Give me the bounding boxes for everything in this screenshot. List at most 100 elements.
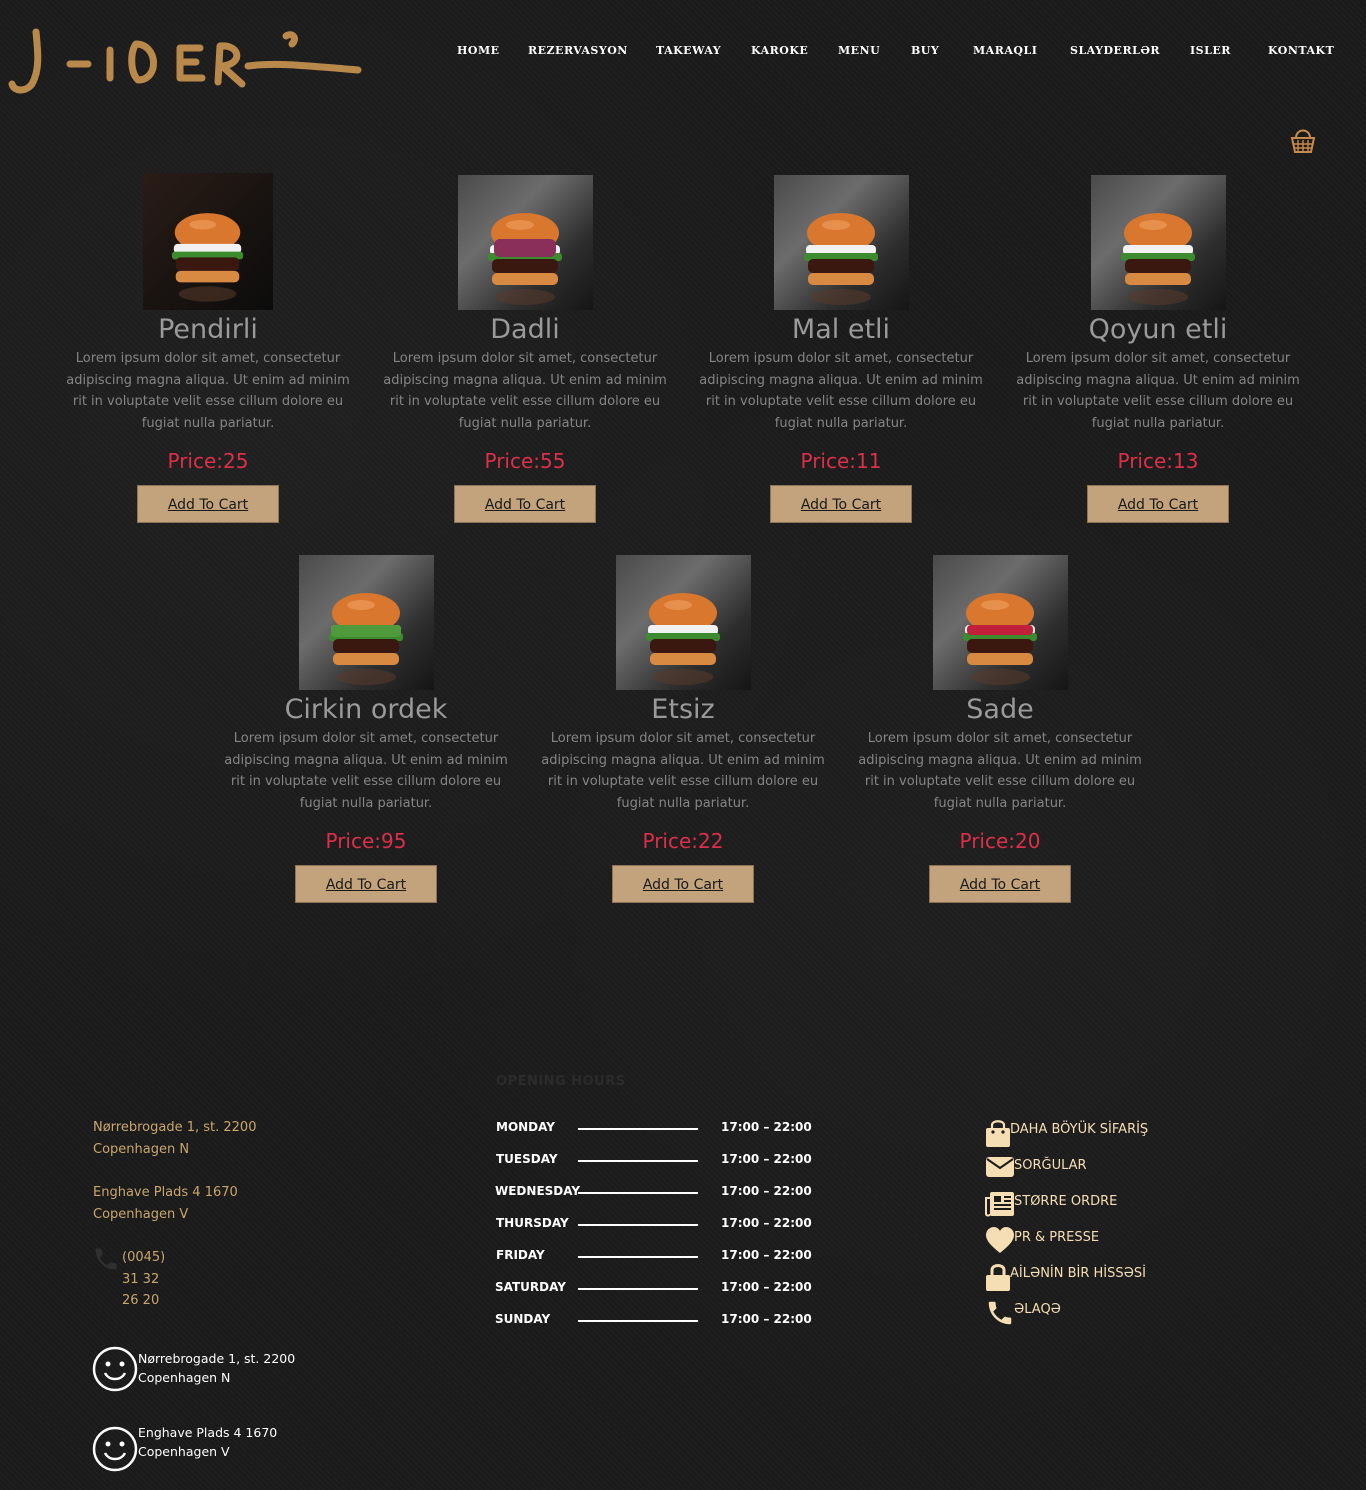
hours-time: 17:00 – 22:00 [721, 1248, 812, 1262]
nav-takeway[interactable]: TAKEWAY [656, 44, 721, 57]
nav-home[interactable]: HOME [457, 44, 500, 57]
add-to-cart-button[interactable]: Add To Cart [454, 485, 596, 523]
divider [578, 1160, 698, 1162]
smiley-icon [92, 1426, 138, 1472]
footer-address: Nørrebrogade 1, st. 2200 Copenhagen N [93, 1117, 256, 1160]
opening-hours-title: OPENING HOURS [496, 1074, 626, 1089]
logo[interactable] [8, 22, 362, 98]
address-line: Copenhagen V [93, 1206, 189, 1222]
hours-time: 17:00 – 22:00 [721, 1280, 812, 1294]
day-label: SATURDAY [495, 1280, 566, 1294]
product-card: Sade Lorem ipsum dolor sit amet, consect… [850, 555, 1150, 903]
link-label: AİLƏNİN BİR HİSSƏSİ [1010, 1266, 1146, 1281]
link-label: DAHA BÖYÜK SİFARİŞ [1010, 1122, 1149, 1137]
product-description: Lorem ipsum dolor sit amet, consectetur … [66, 351, 350, 432]
hours-row: MONDAY 17:00 – 22:00 [494, 1120, 814, 1152]
product-card: Pendirli Lorem ipsum dolor sit amet, con… [58, 173, 358, 523]
product-name: Cirkin ordek [284, 694, 448, 725]
opening-hours: MONDAY 17:00 – 22:00 TUESDAY 17:00 – 22:00… [494, 1120, 814, 1344]
location-line: Copenhagen V [138, 1444, 230, 1459]
nav-menu[interactable]: MENU [838, 44, 880, 57]
day-label: TUESDAY [496, 1152, 558, 1166]
product-price: Price:95 [325, 829, 407, 853]
main-nav: HOME REZERVASYON TAKEWAY KAROKE MENU BUY… [0, 44, 1366, 60]
day-label: FRIDAY [496, 1248, 545, 1262]
lock-icon [986, 1264, 1010, 1291]
location-line: Copenhagen N [138, 1370, 231, 1385]
product-description: Lorem ipsum dolor sit amet, consectetur … [1016, 351, 1300, 432]
heart-icon [986, 1227, 1014, 1253]
product-price: Price:11 [800, 449, 882, 473]
add-to-cart-button[interactable]: Add To Cart [770, 485, 912, 523]
product-image [143, 173, 273, 310]
day-label: WEDNESDAY [495, 1184, 581, 1198]
add-to-cart-button[interactable]: Add To Cart [137, 485, 279, 523]
product-image [298, 555, 434, 690]
day-label: SUNDAY [495, 1312, 551, 1326]
product-image [932, 555, 1068, 690]
day-label: THURSDAY [496, 1216, 569, 1230]
product-card: Dadli Lorem ipsum dolor sit amet, consec… [375, 175, 675, 523]
product-price: Price:55 [484, 449, 566, 473]
product-card: Qoyun etli Lorem ipsum dolor sit amet, c… [1008, 175, 1308, 523]
nav-buy[interactable]: BUY [911, 44, 939, 57]
hours-row: TUESDAY 17:00 – 22:00 [494, 1152, 814, 1184]
add-to-cart-button[interactable]: Add To Cart [612, 865, 754, 903]
product-image [773, 175, 909, 310]
product-price: Price:25 [167, 449, 249, 473]
hours-time: 17:00 – 22:00 [721, 1216, 812, 1230]
product-description: Lorem ipsum dolor sit amet, consectetur … [224, 731, 508, 812]
address-line: Nørrebrogade 1, st. 2200 [93, 1120, 257, 1135]
hours-row: THURSDAY 17:00 – 22:00 [494, 1216, 814, 1248]
product-name: Pendirli [158, 314, 258, 345]
divider [578, 1288, 698, 1290]
phone-icon [988, 1301, 1012, 1325]
divider [578, 1224, 698, 1226]
nav-kontakt[interactable]: KONTAKT [1268, 44, 1334, 57]
nav-slayderler[interactable]: SLAYDERLƏR [1070, 44, 1160, 57]
day-label: MONDAY [496, 1120, 555, 1134]
product-description: Lorem ipsum dolor sit amet, consectetur … [383, 351, 667, 432]
hours-row: FRIDAY 17:00 – 22:00 [494, 1248, 814, 1280]
divider [578, 1320, 698, 1322]
product-image [615, 555, 751, 690]
hours-time: 17:00 – 22:00 [721, 1312, 812, 1326]
product-price: Price:20 [959, 829, 1041, 853]
product-price: Price:13 [1117, 449, 1199, 473]
nav-maraqli[interactable]: MARAQLI [973, 44, 1037, 57]
divider [578, 1256, 698, 1258]
product-name: Dadli [490, 314, 560, 345]
phone-number: (0045) 31 32 26 20 [122, 1250, 166, 1308]
hours-time: 17:00 – 22:00 [721, 1152, 812, 1166]
nav-isler[interactable]: ISLER [1190, 44, 1231, 57]
product-card: Mal etli Lorem ipsum dolor sit amet, con… [691, 175, 991, 523]
product-image [1090, 175, 1226, 310]
link-label: SORĞULAR [1014, 1158, 1087, 1173]
envelope-icon [986, 1157, 1014, 1177]
product-image [457, 175, 593, 310]
smiley-icon [92, 1346, 138, 1392]
bag-icon [986, 1120, 1010, 1147]
hours-row: WEDNESDAY 17:00 – 22:00 [494, 1184, 814, 1216]
address-line: Copenhagen N [93, 1141, 190, 1157]
hours-time: 17:00 – 22:00 [721, 1120, 812, 1134]
product-card: Etsiz Lorem ipsum dolor sit amet, consec… [533, 555, 833, 903]
location-line: Enghave Plads 4 1670 [138, 1425, 278, 1440]
hours-time: 17:00 – 22:00 [721, 1184, 812, 1198]
phone-icon [95, 1248, 117, 1270]
add-to-cart-button[interactable]: Add To Cart [1087, 485, 1229, 523]
add-to-cart-button[interactable]: Add To Cart [295, 865, 437, 903]
footer-address: Enghave Plads 4 1670 Copenhagen V [93, 1182, 238, 1225]
product-description: Lorem ipsum dolor sit amet, consectetur … [699, 351, 983, 432]
link-label: ƏLAQƏ [1014, 1302, 1061, 1317]
hours-row: SATURDAY 17:00 – 22:00 [494, 1280, 814, 1312]
product-description: Lorem ipsum dolor sit amet, consectetur … [858, 731, 1142, 812]
divider [578, 1128, 698, 1130]
product-name: Qoyun etli [1088, 314, 1228, 345]
basket-icon[interactable] [1290, 126, 1316, 154]
link-label: STØRRE ORDRE [1014, 1194, 1118, 1209]
nav-karoke[interactable]: KAROKE [751, 44, 808, 57]
add-to-cart-button[interactable]: Add To Cart [929, 865, 1071, 903]
product-name: Sade [966, 694, 1034, 725]
nav-rezervasyon[interactable]: REZERVASYON [528, 44, 628, 57]
